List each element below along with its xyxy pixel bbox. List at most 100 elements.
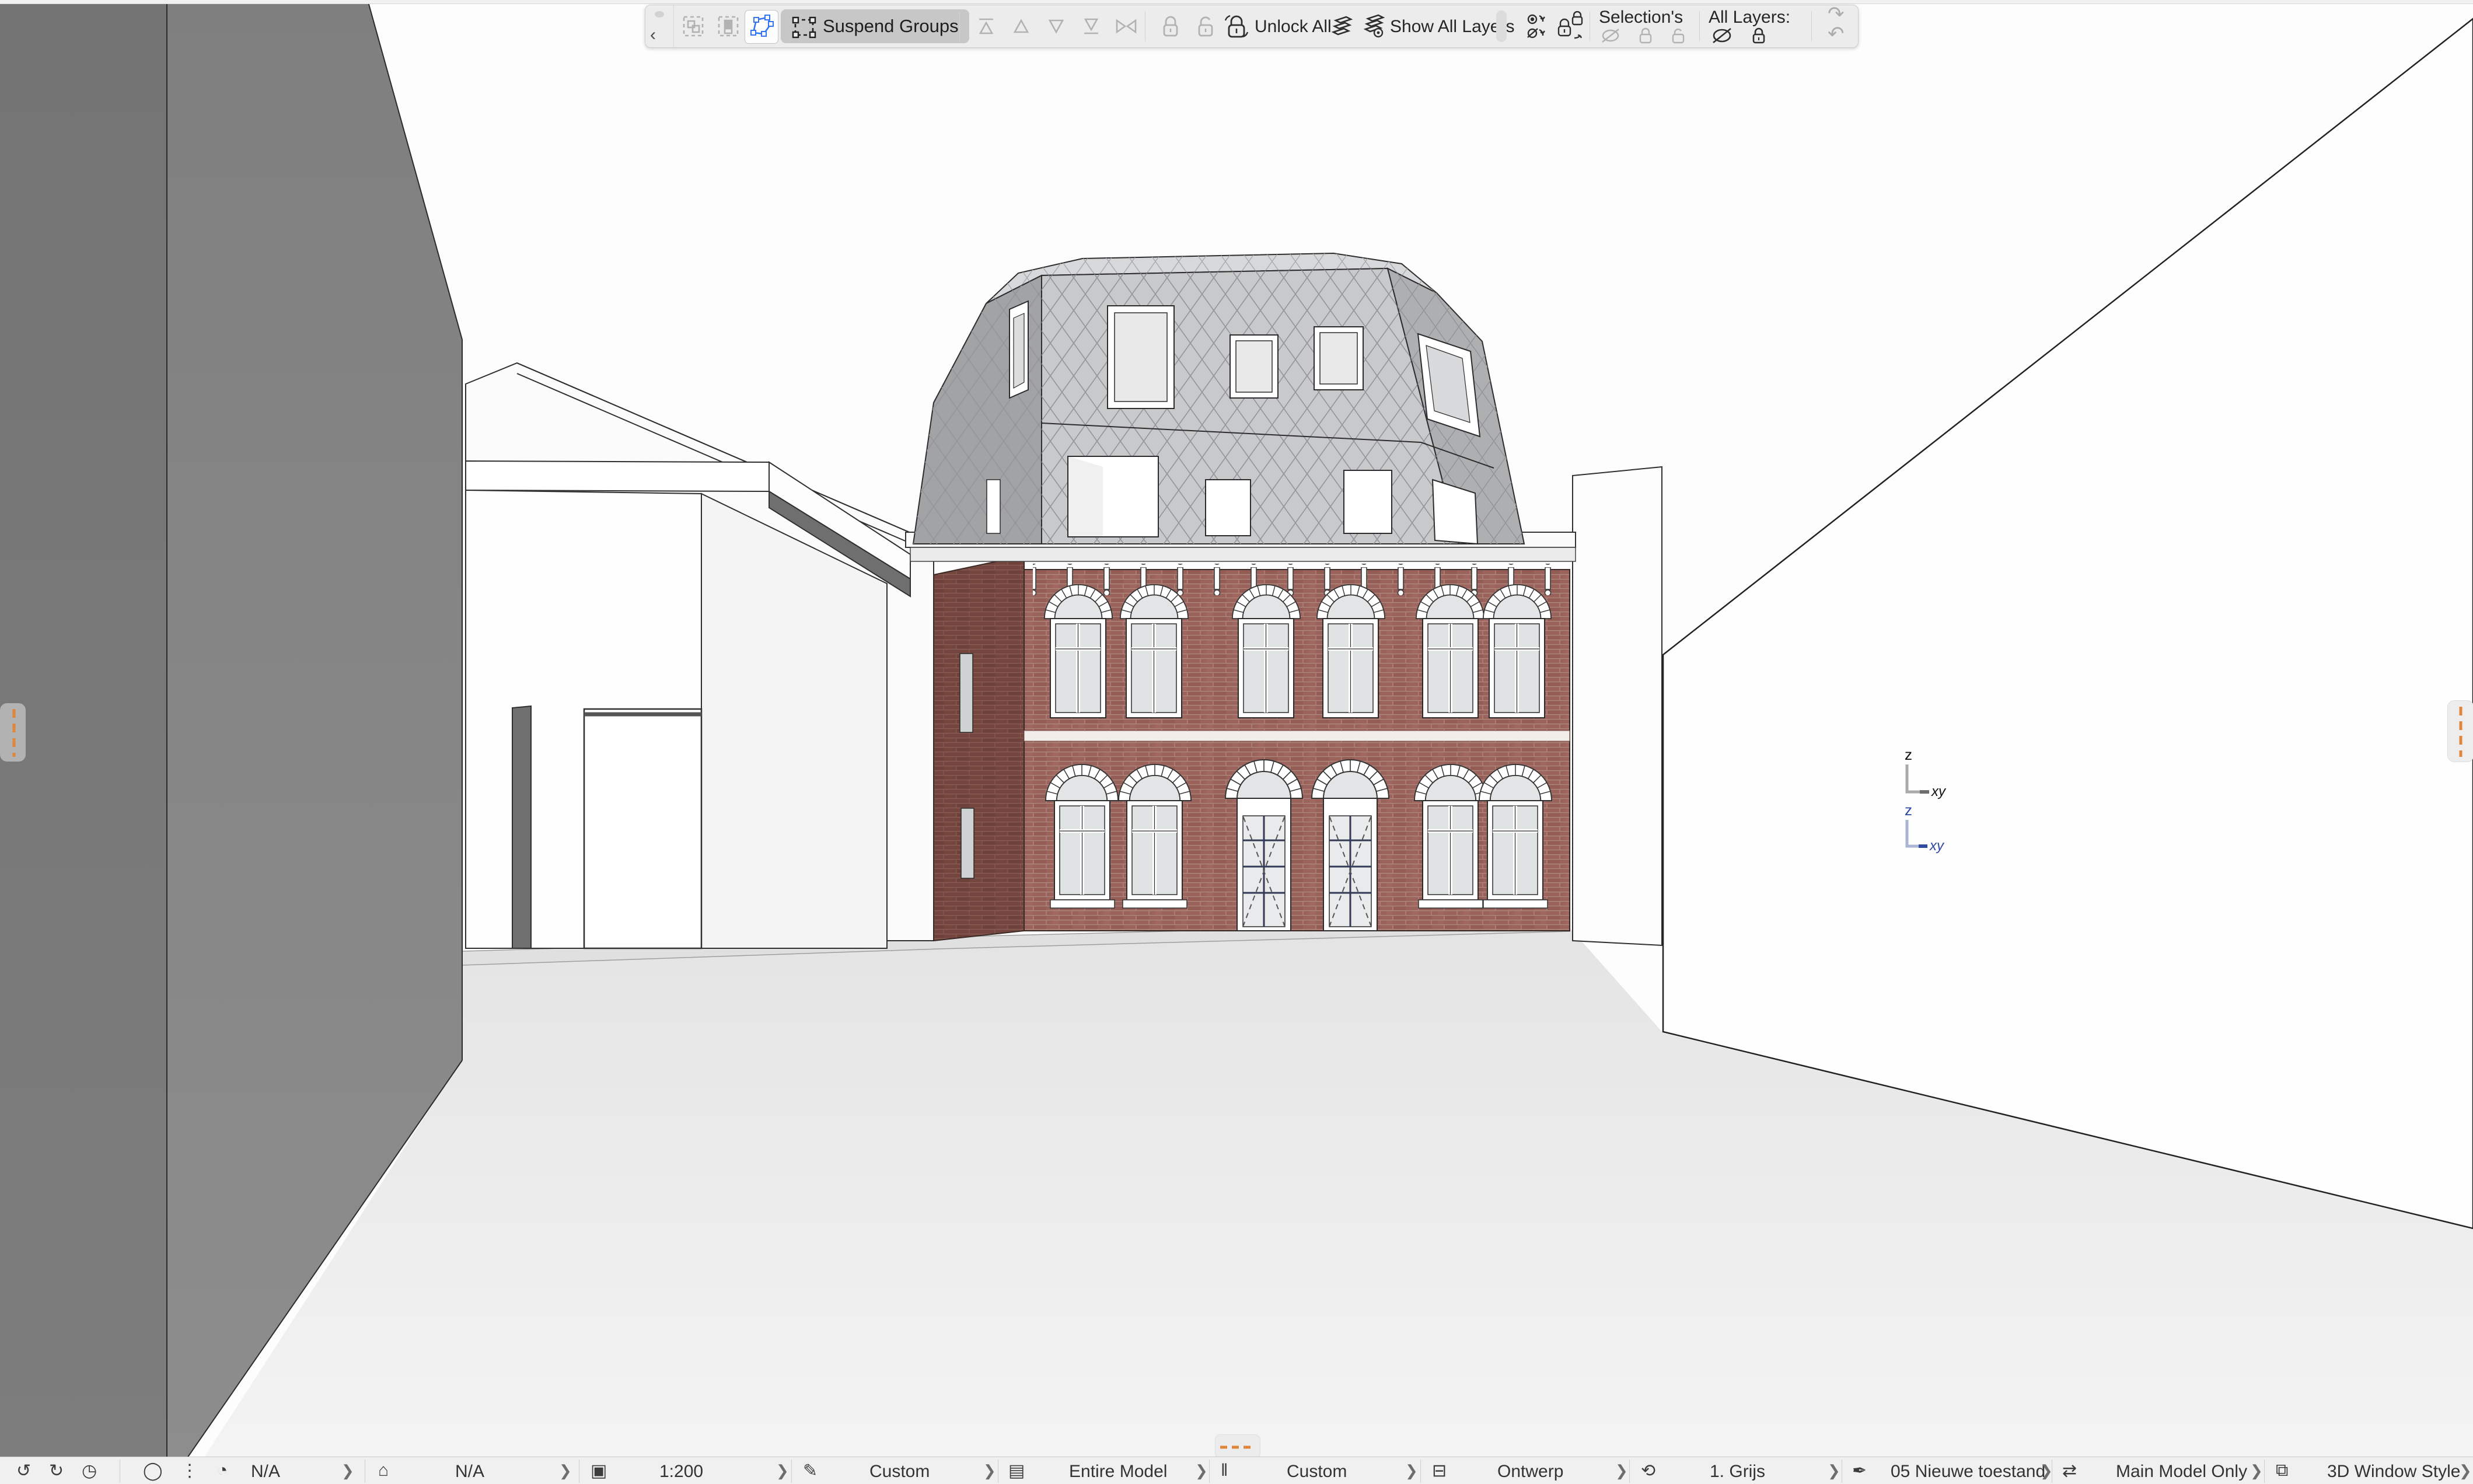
toolbar-separator <box>1811 11 1812 41</box>
visibility-refresh-button[interactable] <box>1522 10 1551 43</box>
window-style-value[interactable]: 3D Window Style <box>2327 1462 2460 1482</box>
chevron-icon[interactable]: ❯ <box>983 1462 996 1480</box>
bring-forward-button[interactable] <box>1005 10 1038 43</box>
lock-refresh-icon <box>1555 11 1584 41</box>
palette-tab-left[interactable] <box>0 703 26 762</box>
show-all-layers-button[interactable] <box>1358 10 1391 43</box>
hide-all-layers-button[interactable] <box>1709 25 1735 46</box>
visibility-refresh-icon <box>1522 11 1551 41</box>
chevron-icon[interactable]: ❯ <box>1615 1462 1628 1480</box>
polygon-selection-icon <box>749 14 774 40</box>
toolbar-drag-rail[interactable]: ‹ <box>645 5 674 47</box>
unlock-button[interactable] <box>1189 10 1222 43</box>
scene-3d: z xy z xy <box>0 0 2473 1467</box>
nav-preview-value[interactable]: N/A <box>251 1462 280 1482</box>
send-to-back-button[interactable] <box>1075 10 1108 43</box>
graphic-override-icon[interactable]: ✒ <box>1852 1461 1867 1481</box>
redo-icon[interactable]: ↷ <box>1828 5 1845 23</box>
lock-refresh-button[interactable] <box>1555 10 1584 43</box>
orange-dash-icon <box>1215 1435 1260 1458</box>
layer-combination-icon[interactable]: ⊟ <box>1432 1461 1447 1481</box>
chevron-icon[interactable]: ❯ <box>559 1462 572 1480</box>
layers-button[interactable] <box>1327 10 1360 43</box>
pen-set-icon[interactable]: ✎ <box>803 1461 818 1481</box>
dimensions-icon[interactable]: ‖ <box>1221 1461 1228 1480</box>
layers-icon <box>1330 13 1357 39</box>
undo-icon[interactable]: ↶ <box>1828 25 1845 43</box>
chevron-icon[interactable]: ❯ <box>776 1462 789 1480</box>
toolbar-section-handle[interactable] <box>1496 11 1507 42</box>
zoom-icon[interactable]: ◯ <box>143 1461 163 1481</box>
renovation-filter-value[interactable]: Main Model Only <box>2116 1462 2247 1482</box>
history-forward-icon[interactable]: ↻ <box>49 1461 64 1481</box>
hide-selection-icon <box>1599 27 1622 44</box>
palette-tab-bottom[interactable] <box>1215 1434 1260 1459</box>
suspend-groups-icon <box>791 13 817 39</box>
polygon-selection-button[interactable] <box>745 10 778 44</box>
lock-selection-button[interactable] <box>1634 25 1657 46</box>
brick-building <box>906 532 1576 941</box>
viewport-3d[interactable]: z xy z xy <box>0 0 2473 1467</box>
bring-to-front-button[interactable] <box>970 10 1003 43</box>
hide-selection-button[interactable] <box>1598 25 1623 46</box>
send-backward-icon <box>1045 15 1068 38</box>
model-view-options-value[interactable]: 1. Grijs <box>1710 1462 1765 1482</box>
lock-all-layers-icon <box>1750 26 1768 45</box>
svg-text:xy: xy <box>1931 784 1947 799</box>
home-story-icon[interactable]: ⌂ <box>378 1461 389 1480</box>
door-right <box>1323 798 1377 931</box>
toolbar-separator <box>1699 11 1700 41</box>
clock-icon[interactable]: ◷ <box>82 1461 97 1481</box>
send-backward-button[interactable] <box>1040 10 1073 43</box>
lock-button[interactable] <box>1154 10 1187 43</box>
palette-tab-right[interactable] <box>2447 700 2473 762</box>
svg-text:z: z <box>1905 801 1912 819</box>
suspend-groups-label: Suspend Groups <box>823 16 959 37</box>
side-window <box>960 654 973 732</box>
group-button[interactable] <box>677 10 710 43</box>
home-story-value[interactable]: N/A <box>455 1462 484 1482</box>
options-icon[interactable]: ⋮ <box>181 1461 198 1481</box>
ungroup-button[interactable] <box>712 10 745 43</box>
graphic-override-value[interactable]: 05 Nieuwe toestand <box>1891 1462 2045 1482</box>
dimensions-value[interactable]: Custom <box>1287 1462 1347 1482</box>
show-all-layers-icon <box>1361 13 1389 40</box>
group-icon <box>680 13 706 39</box>
scale-value[interactable]: 1:200 <box>659 1462 703 1482</box>
unlock-all-icon <box>1223 12 1250 40</box>
floating-toolbar: ‹ <box>645 5 1859 48</box>
history-back-icon[interactable]: ↺ <box>16 1461 31 1481</box>
string-course <box>1024 731 1570 741</box>
window-style-icon[interactable]: ⧉ <box>2276 1461 2288 1480</box>
lock-all-layers-button[interactable] <box>1747 25 1770 46</box>
model-view-options-icon[interactable]: ⟲ <box>1641 1461 1655 1481</box>
chevron-icon[interactable]: ❯ <box>1405 1462 1418 1480</box>
chevron-icon[interactable]: ❯ <box>2040 1462 2053 1480</box>
gray-pillar <box>512 706 531 948</box>
chevron-icon[interactable]: ❯ <box>2250 1462 2263 1480</box>
partial-structure-icon[interactable]: ▤ <box>1008 1461 1025 1481</box>
unlock-all-label[interactable]: Unlock All <box>1255 17 1332 37</box>
door-opening <box>584 709 701 948</box>
bring-forward-icon <box>1010 15 1033 38</box>
chevron-icon[interactable]: ❯ <box>341 1462 354 1480</box>
drag-handle[interactable] <box>655 11 664 18</box>
navigation-wheel-icon[interactable]: ◔ <box>217 1461 228 1480</box>
hide-all-layers-icon <box>1710 26 1734 45</box>
unlock-selection-button[interactable] <box>1667 25 1690 46</box>
layer-combination-value[interactable]: Ontwerp <box>1497 1462 1563 1482</box>
swap-order-button[interactable] <box>1110 10 1143 43</box>
chevron-icon[interactable]: ❯ <box>1195 1462 1208 1480</box>
small-white-building <box>1573 467 1662 945</box>
pen-set-value[interactable]: Custom <box>869 1462 930 1482</box>
scale-icon[interactable]: ▣ <box>591 1461 607 1481</box>
chevron-icon[interactable]: ❯ <box>2459 1462 2472 1480</box>
unlock-icon <box>1194 13 1217 39</box>
suspend-groups-button[interactable]: Suspend Groups <box>781 9 969 43</box>
unlock-all-button[interactable] <box>1223 10 1250 43</box>
renovation-filter-icon[interactable]: ⇄ <box>2062 1461 2077 1481</box>
partial-structure-value[interactable]: Entire Model <box>1069 1462 1167 1482</box>
collapse-toolbar-icon[interactable]: ‹ <box>650 26 656 44</box>
orange-dash-icon <box>2448 701 2473 762</box>
chevron-icon[interactable]: ❯ <box>1828 1462 1840 1480</box>
